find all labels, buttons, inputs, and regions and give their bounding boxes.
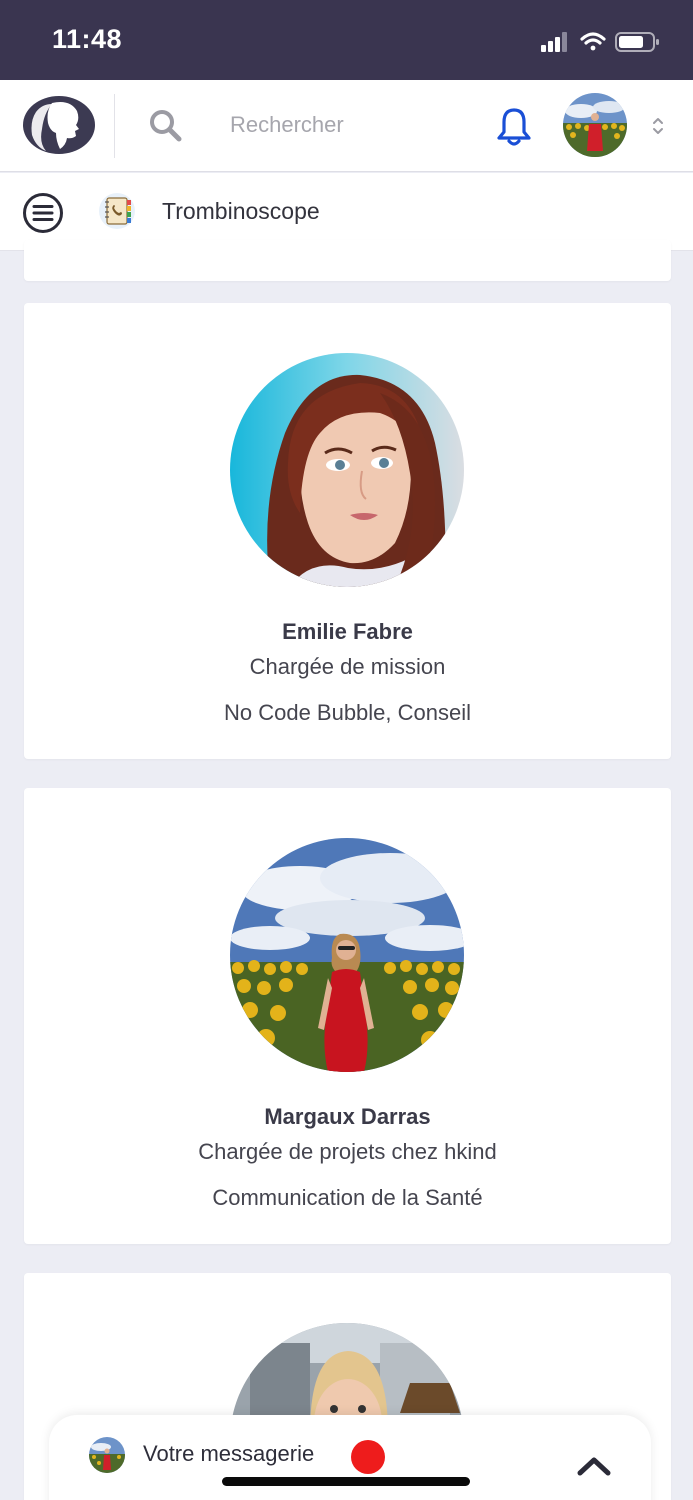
profile-name: Emilie Fabre [282,619,413,644]
home-indicator [222,1477,470,1486]
header-divider [114,94,115,158]
profile-photo [230,838,464,1072]
profile-card-previous [24,240,671,281]
search-icon[interactable] [148,108,182,142]
status-icons [541,30,663,54]
wifi-icon [580,32,606,51]
profile-card[interactable]: Margaux Darras Chargée de projets chez h… [24,788,671,1244]
status-bar: 11:48 [0,0,693,80]
messaging-avatar [89,1437,125,1473]
profile-role: Chargée de projets chez hkind [198,1139,497,1164]
logo-icon[interactable] [22,95,96,155]
profile-card[interactable]: Emilie Fabre Chargée de mission No Code … [24,303,671,759]
menu-icon[interactable] [22,192,64,234]
profile-skills: No Code Bubble, Conseil [223,700,472,725]
messaging-bar[interactable]: Votre messagerie [49,1415,651,1500]
status-time: 11:48 [52,24,123,54]
user-avatar[interactable] [563,93,627,157]
sort-icon[interactable] [650,114,666,138]
chevron-up-icon[interactable] [576,1455,612,1477]
signal-icon [541,32,567,52]
battery-icon [615,32,659,52]
messaging-label: Votre messagerie [143,1441,315,1466]
profile-role: Chargée de mission [249,654,446,679]
app-header [0,80,693,172]
profile-skills: Communication de la Santé [212,1185,483,1210]
notification-badge [351,1440,385,1474]
profile-photo [230,353,464,587]
directory-icon [98,191,136,231]
profile-name: Margaux Darras [264,1104,431,1129]
bell-icon[interactable] [496,106,532,148]
page-title: Trombinoscope [162,198,320,224]
search-input[interactable] [230,104,460,146]
